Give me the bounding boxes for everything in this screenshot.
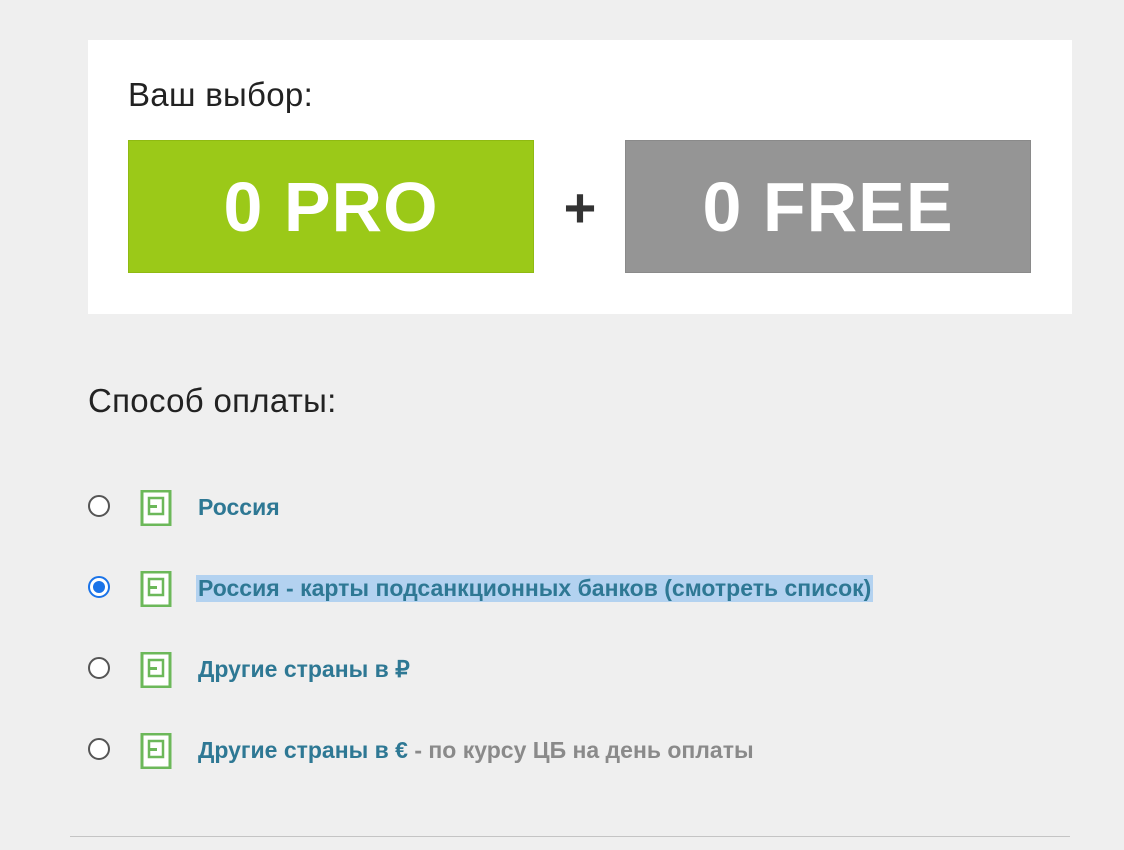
payment-option-note: - по курсу ЦБ на день оплаты bbox=[407, 737, 754, 763]
payment-terminal-icon bbox=[140, 490, 172, 526]
payment-option-label[interactable]: Россия - карты подсанкционных банков (см… bbox=[196, 575, 874, 602]
payment-option-russia[interactable]: Россия bbox=[88, 490, 1068, 530]
pro-count-box[interactable]: 0 PRO bbox=[128, 140, 534, 273]
free-count-box[interactable]: 0 FREE bbox=[625, 140, 1031, 273]
payment-radio[interactable] bbox=[88, 657, 110, 679]
payment-radio[interactable] bbox=[88, 738, 110, 760]
selection-summary-card: Ваш выбор: 0 PRO + 0 FREE bbox=[88, 40, 1072, 314]
payment-option-label-wrapper[interactable]: Другие страны в € - по курсу ЦБ на день … bbox=[198, 737, 754, 764]
page: Ваш выбор: 0 PRO + 0 FREE Способ оплаты:… bbox=[0, 0, 1124, 850]
payment-radio-checked[interactable] bbox=[88, 576, 110, 598]
selection-title: Ваш выбор: bbox=[128, 76, 314, 113]
payment-method-title: Способ оплаты: bbox=[88, 382, 337, 419]
section-divider bbox=[70, 836, 1070, 837]
plus-sign: + bbox=[563, 176, 597, 239]
payment-terminal-icon bbox=[140, 571, 172, 607]
payment-terminal-icon bbox=[140, 733, 172, 769]
payment-option-label[interactable]: Другие страны в ₽ bbox=[198, 656, 410, 683]
payment-option-other-rub[interactable]: Другие страны в ₽ bbox=[88, 652, 1068, 692]
payment-option-label[interactable]: Другие страны в € bbox=[198, 737, 408, 763]
payment-option-label[interactable]: Россия bbox=[198, 494, 280, 521]
payment-radio[interactable] bbox=[88, 495, 110, 517]
payment-option-russia-sanctioned[interactable]: Россия - карты подсанкционных банков (см… bbox=[88, 571, 1068, 611]
payment-terminal-icon bbox=[140, 652, 172, 688]
payment-option-other-eur[interactable]: Другие страны в € - по курсу ЦБ на день … bbox=[88, 733, 1068, 773]
